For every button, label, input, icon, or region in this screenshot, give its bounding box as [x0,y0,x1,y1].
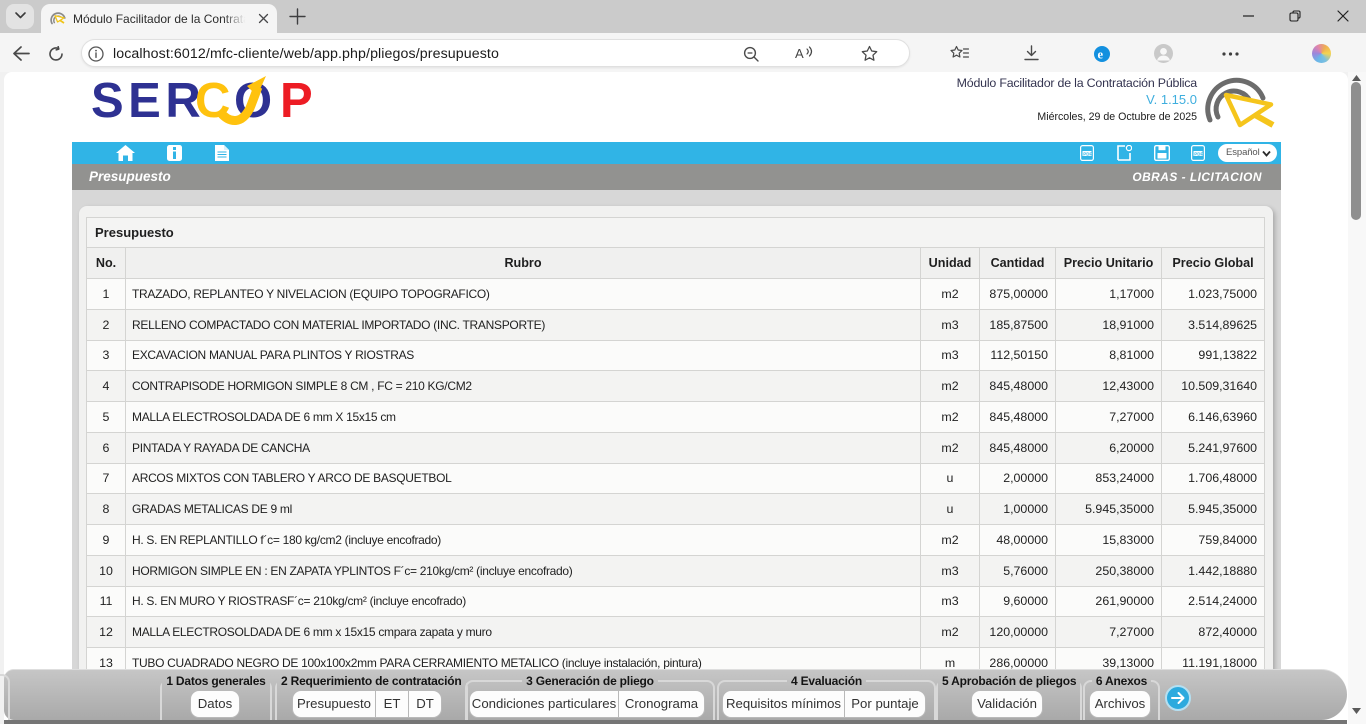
svg-text:SER: SER [91,74,205,126]
svg-text:PDF: PDF [1194,151,1203,156]
svg-text:A: A [795,46,804,61]
svg-text:e: e [1098,48,1104,62]
svg-text:P: P [280,74,313,126]
svg-text:PDF: PDF [1083,151,1092,156]
